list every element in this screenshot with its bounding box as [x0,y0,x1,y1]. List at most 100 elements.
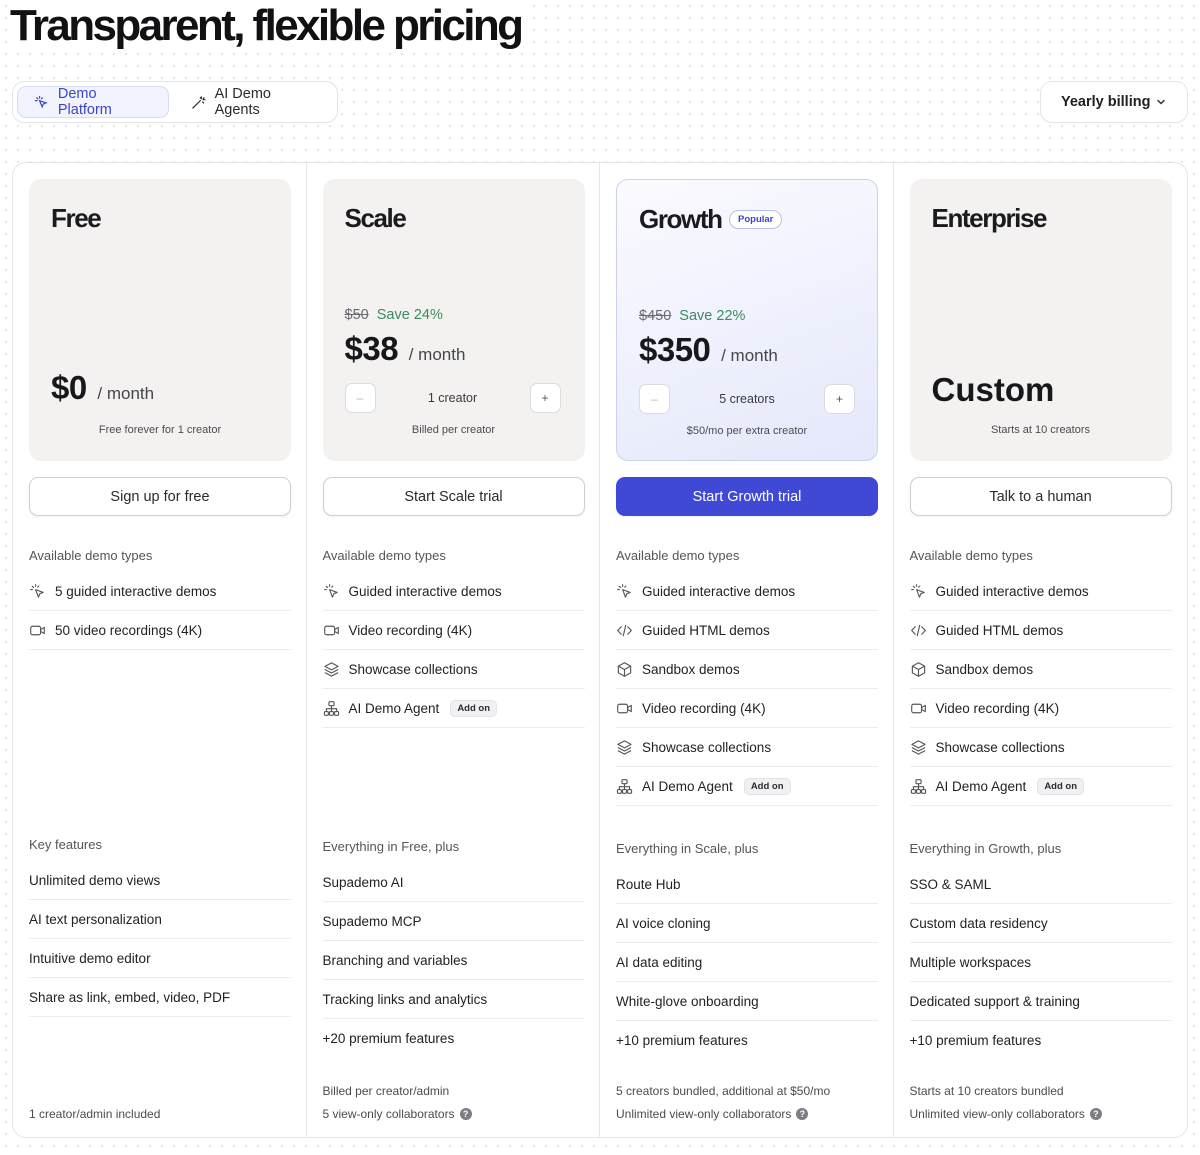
decrement-button[interactable]: – [344,383,376,413]
increment-button[interactable]: + [529,383,561,413]
feature-item: Share as link, embed, video, PDF [29,978,291,1017]
tab-label: AI Demo Agents [214,86,271,118]
feature-item: +20 premium features [322,1031,455,1046]
list-item: Guided interactive demos [909,572,1172,611]
feature-item: Unlimited demo views [29,861,291,900]
feature-item: AI voice cloning [616,904,878,943]
footnote-text: 1 creator/admin included [29,1107,161,1121]
creator-count: 1 creator [427,391,478,405]
plan-name: Enterprise [931,203,1048,233]
plan-footnote: 5 creators bundled, additional at $50/mo [616,1084,830,1098]
list-item-label: Guided interactive demos [348,583,502,599]
plan-price: $0 / month [51,369,154,407]
feature-item: Multiple workspaces [909,943,1172,982]
list-item: Showcase collections [616,728,878,767]
tab-ai-demo-agents[interactable]: AI Demo Agents [175,86,333,118]
list-item: 5 guided interactive demos [29,572,291,611]
list-item: 50 video recordings (4K) [29,611,291,650]
list-item-label: Guided HTML demos [642,622,770,638]
original-price: $450 Save 22% [639,308,745,324]
list-item-label: Video recording (4K) [642,700,766,716]
increment-button[interactable]: + [824,384,855,414]
features-label: Everything in Scale, plus [616,841,759,856]
plan-name: Scale [344,203,407,233]
feature-item: Supademo MCP [322,902,585,941]
video-icon [910,700,927,717]
agent-network-icon [910,778,927,795]
decrement-button[interactable]: – [639,384,670,414]
page-title: Transparent, flexible pricing [10,0,528,52]
help-icon[interactable]: ? [796,1108,809,1120]
old-price-value: $50 [344,307,369,323]
plan-card: Enterprise Custom Starts at 10 creators [909,179,1172,461]
price-amount: $0 [51,369,87,406]
feature-item: Tracking links and analytics [322,980,585,1019]
list-item: AI Demo Agent Add on [616,767,878,806]
plan-card: Scale $50 Save 24% $38 / month – 1 creat… [322,179,585,461]
feature-item: Custom data residency [909,904,1172,943]
feature-item: +10 premium features [616,1033,748,1048]
plan-note: Free forever for 1 creator [98,424,222,436]
add-on-badge: Add on [450,699,498,717]
plan-price: $38 / month [345,330,466,368]
popular-badge: Popular [729,210,783,229]
plan-scale: Scale $50 Save 24% $38 / month – 1 creat… [307,163,600,1137]
code-icon [910,622,927,639]
sign-up-button[interactable]: Sign up for free [29,477,291,516]
plan-footnote: Starts at 10 creators bundled [910,1084,1064,1098]
list-item: Video recording (4K) [322,611,585,650]
list-item: Sandbox demos [909,650,1172,689]
list-item-label: AI Demo Agent [935,778,1027,794]
plan-footnote: Billed per creator/admin [323,1084,450,1098]
list-item-label: Sandbox demos [642,661,740,677]
talk-to-human-button[interactable]: Talk to a human [909,477,1172,516]
creator-count: 5 creators [719,392,775,406]
demo-types-list: 5 guided interactive demos 50 video reco… [29,572,291,650]
cube-icon [910,661,927,678]
pricing-plans: Free $0 / month Free forever for 1 creat… [12,162,1188,1138]
list-item: Showcase collections [322,650,585,689]
feature-item: SSO & SAML [909,865,1172,904]
save-badge: Save 22% [679,308,746,324]
billing-select[interactable]: Yearly billing [1040,81,1188,123]
list-item-label: 50 video recordings (4K) [55,622,203,638]
features-label: Key features [29,837,102,852]
list-item-label: Guided interactive demos [642,583,796,599]
footnote-text: Unlimited view-only collaborators [909,1107,1085,1121]
help-icon[interactable]: ? [1089,1108,1102,1120]
footnote-text: Unlimited view-only collaborators [616,1107,792,1121]
list-item: Guided HTML demos [909,611,1172,650]
list-item-label: Showcase collections [935,739,1065,755]
help-icon[interactable]: ? [459,1108,472,1120]
magic-wand-icon [191,95,206,109]
list-item: Guided HTML demos [616,611,878,650]
list-item-label: Showcase collections [348,661,478,677]
start-growth-trial-button[interactable]: Start Growth trial [616,477,878,516]
creator-stepper: – 5 creators + [639,384,855,414]
price-period: / month [408,345,466,364]
tab-demo-platform[interactable]: Demo Platform [17,86,169,118]
cursor-click-icon [34,95,48,108]
original-price: $50 Save 24% [345,307,443,323]
price-period: / month [721,346,778,365]
price-amount: $38 [344,330,399,367]
plan-footnote: Unlimited view-only collaborators? [616,1107,809,1121]
features-label: Everything in Free, plus [322,839,460,854]
features-list: Unlimited demo views AI text personaliza… [29,861,291,1017]
features-list: Supademo AI Supademo MCP Branching and v… [322,863,585,1058]
feature-item: +10 premium features [909,1033,1042,1048]
footnote-text: 5 creators bundled, additional at $50/mo [616,1084,831,1098]
cursor-click-icon [29,583,46,600]
plan-name: Growth [639,204,723,234]
tab-label: Demo Platform [57,86,112,118]
list-item: Guided interactive demos [616,572,878,611]
layers-icon [616,739,633,756]
list-item-label: AI Demo Agent [642,778,733,794]
feature-item: AI data editing [616,943,878,982]
list-item: AI Demo Agent Add on [909,767,1172,806]
feature-item: Dedicated support & training [909,982,1172,1021]
start-scale-trial-button[interactable]: Start Scale trial [322,477,585,516]
plan-name: Free [51,203,102,233]
cursor-click-icon [323,583,340,600]
demo-types-list: Guided interactive demos Guided HTML dem… [909,572,1172,806]
